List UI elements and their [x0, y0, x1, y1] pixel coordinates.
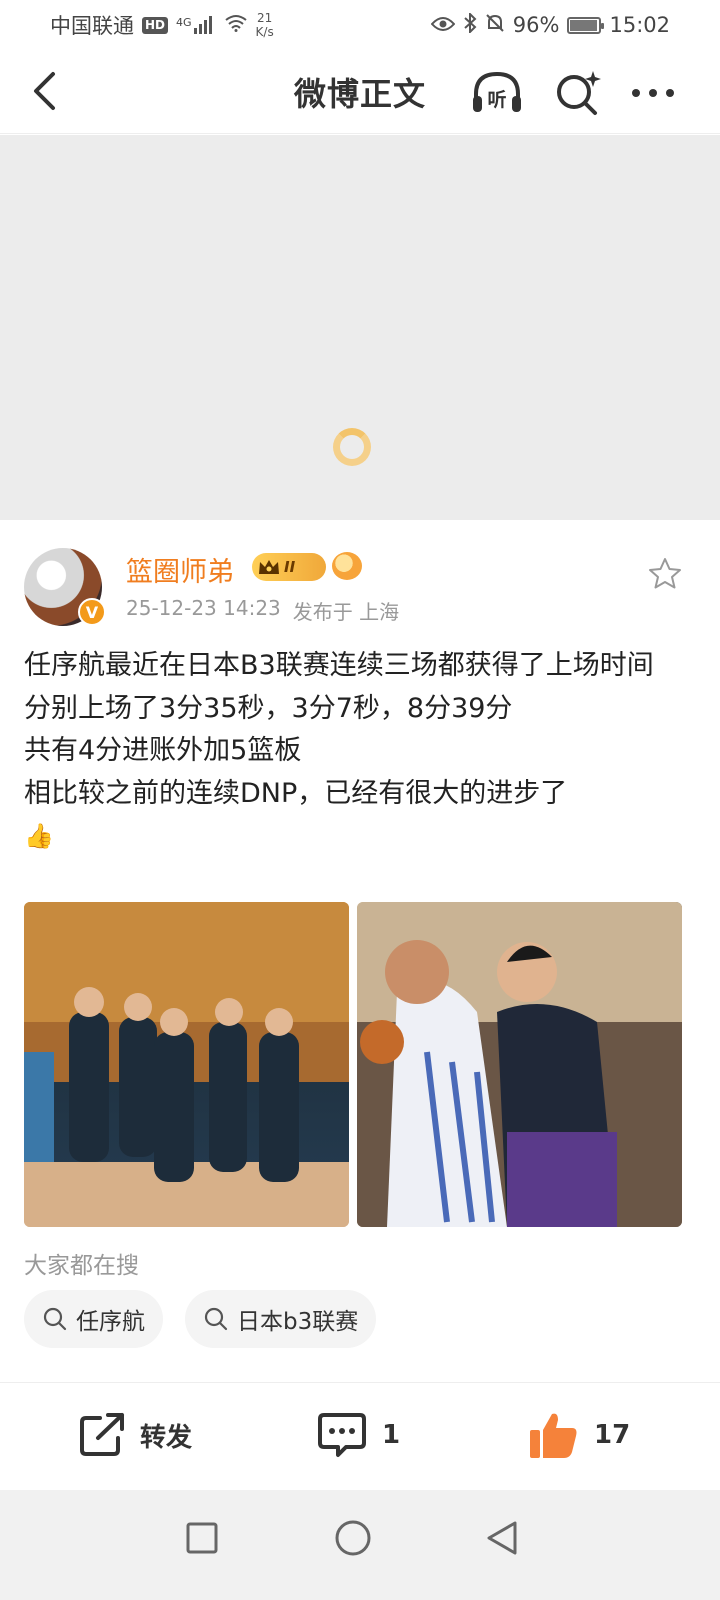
search-chip[interactable]: 日本b3联赛 [185, 1290, 377, 1348]
post-line: 任序航最近在日本B3联赛连续三场都获得了上场时间 [24, 650, 654, 681]
search-icon [43, 1307, 67, 1331]
signal-type: 4G [176, 16, 192, 29]
network-speed: 21 K/s [256, 11, 274, 39]
status-left: 中国联通 HD 4G 21 K/s [50, 10, 274, 40]
search-button[interactable] [550, 68, 604, 118]
hd-icon: HD [142, 16, 169, 34]
like-button[interactable]: 17 [528, 1407, 630, 1463]
favorite-button[interactable] [642, 550, 688, 596]
post-image-1[interactable] [24, 902, 349, 1227]
wifi-icon [224, 13, 248, 37]
thumbs-up-emoji: 👍 [24, 822, 54, 850]
triangle-back-icon [487, 1521, 517, 1555]
battery-fill [570, 19, 598, 31]
carrier-name: 中国联通 [50, 14, 134, 38]
like-count: 17 [594, 1420, 631, 1450]
more-options-button[interactable] [626, 68, 680, 118]
hot-search-label: 大家都在搜 [24, 1253, 139, 1279]
search-chip-label: 日本b3联赛 [237, 1309, 359, 1335]
system-back-button[interactable] [472, 1508, 532, 1568]
chevron-left-icon [34, 72, 55, 110]
comment-bubble-icon [318, 1413, 366, 1457]
post-location: 发布于 上海 [292, 600, 400, 624]
system-nav-bar [0, 1490, 720, 1600]
post-line: 共有4分进账外加5篮板 [24, 735, 302, 766]
eye-icon [430, 13, 456, 37]
star-outline-icon [649, 558, 681, 589]
headphones-icon: 听 [473, 71, 521, 112]
search-sparkle-icon [557, 71, 601, 115]
square-icon [186, 1522, 218, 1554]
author-name[interactable]: 篮圈师弟 [126, 550, 234, 589]
repost-button[interactable]: 转发 [78, 1407, 192, 1463]
status-bar: 中国联通 HD 4G 21 K/s 96% 15:02 [0, 0, 720, 50]
back-button[interactable] [22, 68, 68, 114]
post-line: 分别上场了3分35秒，3分7秒，8分39分 [24, 692, 513, 724]
post-image-2[interactable] [357, 902, 682, 1227]
vip-level: II [284, 558, 296, 576]
post-timestamp: 25-12-23 14:23 [126, 596, 281, 620]
battery-percent: 96% [512, 13, 560, 37]
search-chip-label: 任序航 [76, 1309, 145, 1335]
post-meta: 25-12-23 14:23 发布于 上海 [126, 596, 399, 625]
thumbs-up-icon [530, 1413, 577, 1458]
basketball-game-photo [357, 902, 682, 1227]
verified-badge: V [78, 598, 106, 626]
circle-icon [335, 1520, 371, 1556]
mute-bell-icon [485, 13, 505, 38]
battery-icon [567, 16, 605, 34]
bluetooth-icon [463, 11, 477, 38]
search-chip[interactable]: 任序航 [24, 1290, 163, 1348]
basketball-team-photo [24, 902, 349, 1227]
page-title: 微博正文 [293, 74, 426, 113]
comment-button[interactable]: 1 [316, 1407, 400, 1463]
more-dots-icon [632, 89, 674, 97]
share-icon [80, 1413, 124, 1456]
action-bar: 转发 1 17 [0, 1382, 720, 1490]
status-right: 96% 15:02 [430, 11, 670, 38]
net-speed-unit: K/s [255, 25, 274, 39]
post-content: 任序航最近在日本B3联赛连续三场都获得了上场时间 分别上场了3分35秒，3分7秒… [24, 645, 696, 858]
crown-icon [259, 560, 279, 574]
loading-spinner-icon [333, 428, 371, 466]
recent-apps-button[interactable] [172, 1508, 232, 1568]
vip-level-badge[interactable]: II [252, 553, 326, 581]
listen-label: 听 [487, 88, 506, 111]
fan-badge-icon[interactable] [332, 552, 362, 580]
top-navigation: 微博正文 听 [0, 50, 720, 134]
post-line: 相比较之前的连续DNP，已经有很大的进步了 [24, 777, 568, 809]
search-icon [204, 1307, 228, 1331]
listen-button[interactable]: 听 [470, 68, 524, 118]
net-speed-value: 21 [256, 11, 273, 25]
signal-icon: 4G [176, 16, 216, 34]
clock-time: 15:02 [609, 13, 670, 37]
repost-label: 转发 [140, 1422, 193, 1453]
comment-count: 1 [382, 1420, 401, 1450]
home-button[interactable] [323, 1508, 383, 1568]
